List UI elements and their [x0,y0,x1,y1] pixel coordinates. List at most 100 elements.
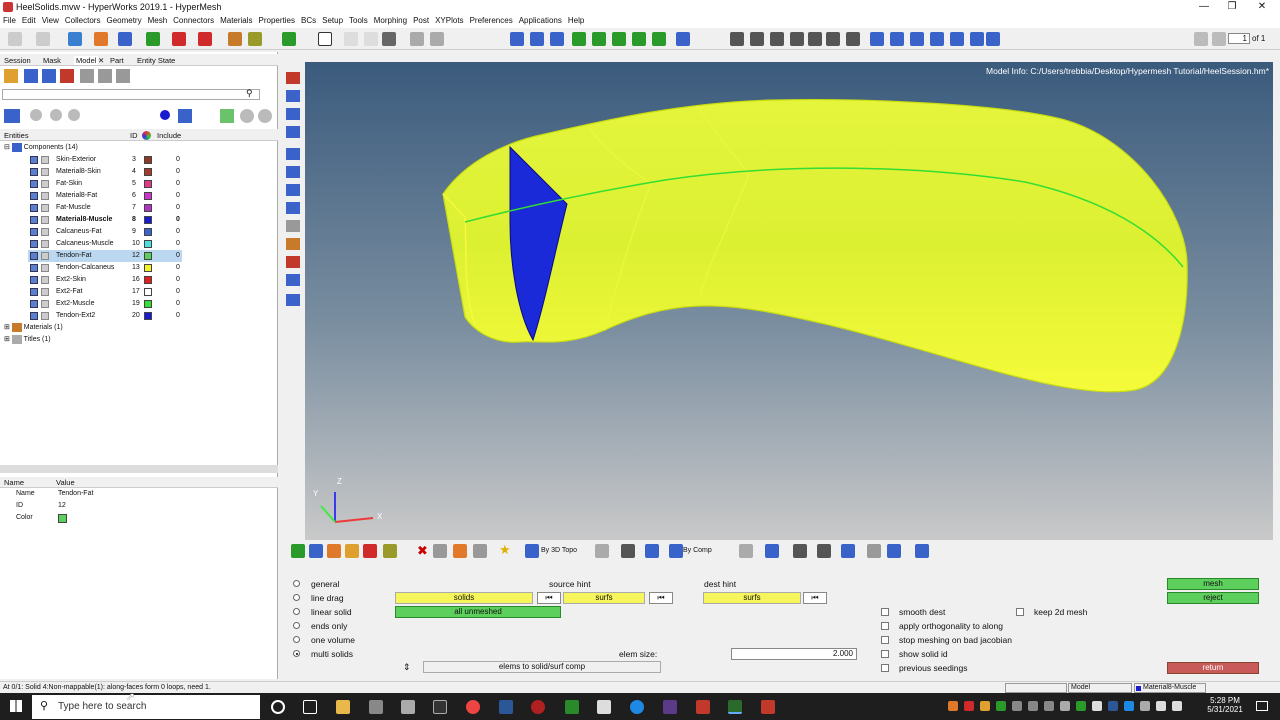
browser-tool-2-icon[interactable] [24,69,38,83]
component-color-swatch[interactable] [144,216,152,224]
vt-11-icon[interactable] [286,256,300,268]
tray-2-icon[interactable] [964,701,974,711]
maximize-button[interactable]: ❐ [1218,0,1246,14]
hand-icon[interactable] [790,32,804,46]
menu-edit[interactable]: Edit [19,14,39,27]
display-5-icon[interactable] [950,32,964,46]
solids-reset-icon[interactable]: ⏮ [537,592,561,604]
component-display-icon[interactable] [41,312,49,320]
show-solid-id-label[interactable]: show solid id [899,649,948,659]
menu-setup[interactable]: Setup [319,14,346,27]
bt-15-icon[interactable] [793,544,807,558]
source-surfs-selector[interactable]: surfs [563,592,645,604]
bt-14-icon[interactable] [765,544,779,558]
tray-12-icon[interactable] [1124,701,1134,711]
app-8-icon[interactable] [531,700,545,714]
component-display-icon[interactable] [41,228,49,236]
bt-1-icon[interactable] [291,544,305,558]
component-row[interactable]: Ext2-Fat 17 0 [30,286,180,298]
prop-color-swatch[interactable] [58,514,67,523]
bt-17-icon[interactable] [841,544,855,558]
component-color-swatch[interactable] [144,276,152,284]
close-tab-icon[interactable]: ✕ [98,56,104,65]
show-icon[interactable] [30,109,42,121]
tab-model[interactable]: Model [74,56,99,65]
vt-12-icon[interactable] [286,274,300,286]
layout2-icon[interactable] [364,32,378,46]
new-page-icon[interactable] [282,32,296,46]
component-display-icon[interactable] [41,240,49,248]
return-button[interactable]: return [1167,662,1259,674]
menu-help[interactable]: Help [565,14,587,27]
clock[interactable]: 5:28 PM 5/31/2021 [1200,696,1250,714]
component-display-icon[interactable] [41,156,49,164]
component-color-swatch[interactable] [144,168,152,176]
reject-button[interactable]: reject [1167,592,1259,604]
radio-one-volume[interactable] [293,636,300,643]
spin-icon[interactable] [826,32,840,46]
label-one-volume[interactable]: one volume [311,635,355,645]
vt-9-icon[interactable] [286,220,300,232]
menu-tools[interactable]: Tools [346,14,371,27]
find-icon[interactable] [220,109,234,123]
source-reset-icon[interactable]: ⏮ [649,592,673,604]
display-6-icon[interactable] [970,32,984,46]
tab-entity-state[interactable]: Entity State [137,56,175,65]
radio-multi-solids[interactable] [293,650,300,657]
tray-1-icon[interactable] [948,701,958,711]
components-folder[interactable]: ⊟ Components (14) [4,142,78,154]
save-icon[interactable] [118,32,132,46]
previous-seedings-label[interactable]: previous seedings [899,663,968,673]
menu-preferences[interactable]: Preferences [467,14,516,27]
tray-10-icon[interactable] [1092,701,1102,711]
redo-icon[interactable] [36,32,50,46]
view-left-icon[interactable] [632,32,646,46]
bt-8-icon[interactable] [453,544,467,558]
component-display-icon[interactable] [41,216,49,224]
component-color-swatch[interactable] [144,300,152,308]
network-icon[interactable] [1156,701,1166,711]
tab-session[interactable]: Session [4,56,31,65]
component-row[interactable]: Tendon-Ext2 20 0 [30,310,180,322]
zoom-icon[interactable] [510,32,524,46]
radio-line-drag[interactable] [293,594,300,601]
chrome-icon[interactable] [466,700,480,714]
keep-2d-label[interactable]: keep 2d mesh [1034,607,1087,617]
component-display-icon[interactable] [41,276,49,284]
component-row[interactable]: Material8-Muscle 8 0 [30,214,180,226]
materials-folder[interactable]: ⊞ Materials (1) [4,322,63,334]
include-column[interactable]: Include [157,131,181,140]
component-display-icon[interactable] [41,264,49,272]
app-10-icon[interactable] [597,700,611,714]
component-color-swatch[interactable] [144,156,152,164]
search-icon[interactable]: ⚲ [246,88,253,99]
ppt-icon[interactable] [198,32,212,46]
entity-view-icon[interactable] [4,109,20,123]
bt-11-icon[interactable] [621,544,635,558]
bt-2-icon[interactable] [309,544,323,558]
component-color-swatch[interactable] [144,252,152,260]
taskbar-search[interactable]: ⚲ Type here to search [32,695,260,719]
powerpoint-icon[interactable] [761,700,775,714]
bt-3-icon[interactable] [327,544,341,558]
browser-tool-4-icon[interactable] [60,69,74,83]
component-row[interactable]: Skin-Exterior 3 0 [30,154,180,166]
vt-8-icon[interactable] [286,202,300,214]
file-explorer-icon[interactable] [336,700,350,714]
smooth-dest-label[interactable]: smooth dest [899,607,945,617]
export-icon[interactable] [146,32,160,46]
bt-19-icon[interactable] [887,544,901,558]
browser-tool-7-icon[interactable] [116,69,130,83]
app-12-icon[interactable] [663,700,677,714]
label-general[interactable]: general [311,579,339,589]
color-mode-icon[interactable] [160,110,170,120]
bt-16-icon[interactable] [817,544,831,558]
menu-post[interactable]: Post [410,14,432,27]
tab-mask[interactable]: Mask [43,56,61,65]
menu-morphing[interactable]: Morphing [371,14,410,27]
component-row[interactable]: Calcaneus-Muscle 10 0 [30,238,180,250]
component-display-icon[interactable] [41,288,49,296]
color-by-topo[interactable]: By 3D Topo [541,547,577,554]
undo-icon[interactable] [8,32,22,46]
fit-icon[interactable] [730,32,744,46]
